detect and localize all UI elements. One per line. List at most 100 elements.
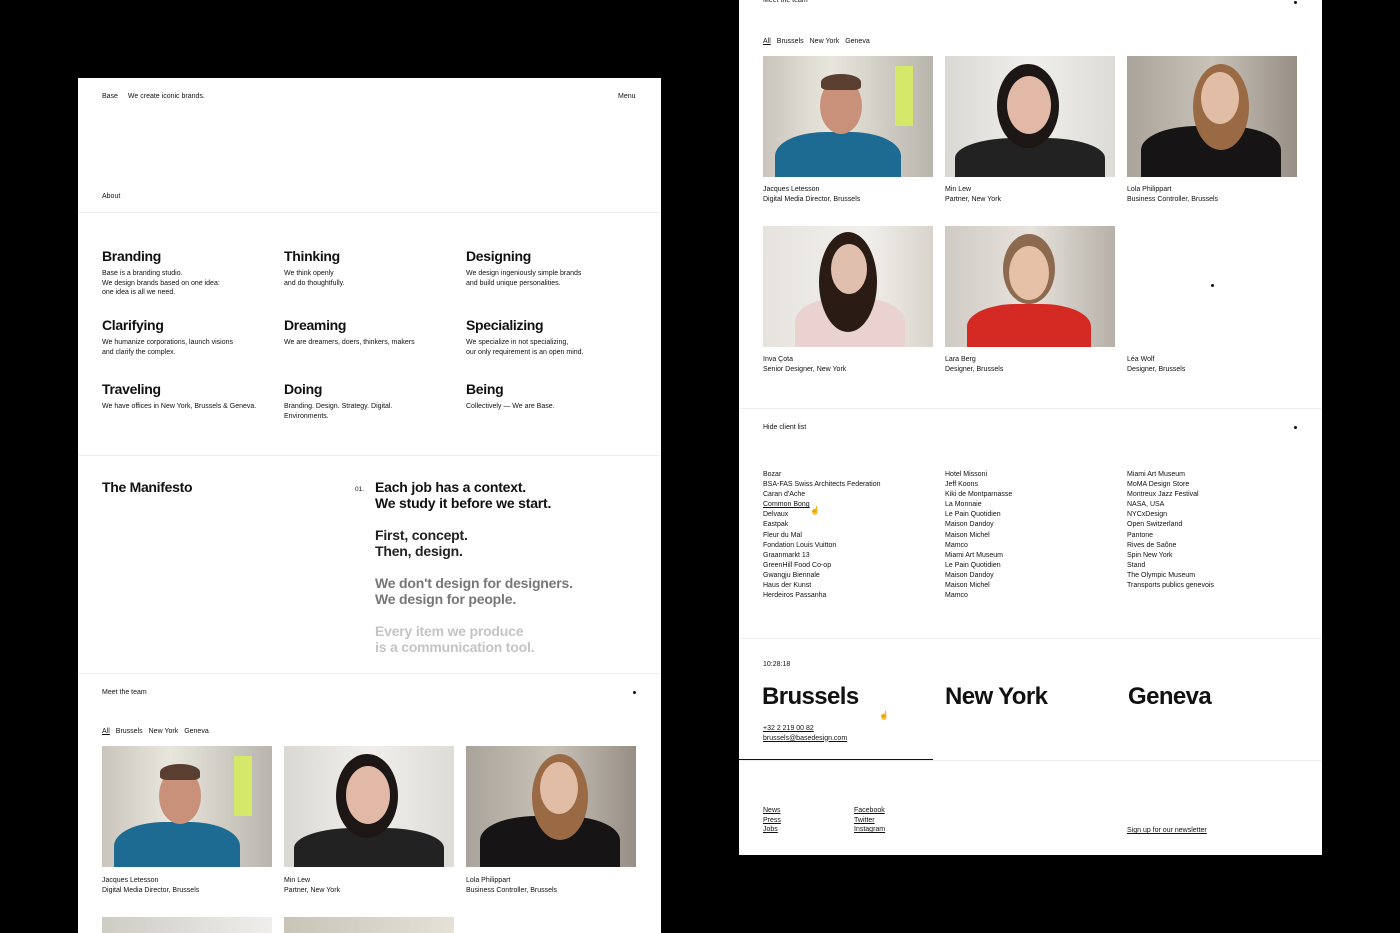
footer-links-social: Facebook Twitter Instagram <box>854 806 885 835</box>
client-item[interactable]: Miami Art Museum <box>1127 470 1214 480</box>
client-item[interactable]: Eastpak <box>763 520 881 530</box>
client-item[interactable]: BSA-FAS Swiss Architects Federation <box>763 480 881 490</box>
filter-all[interactable]: All <box>763 38 771 45</box>
team-caption: Lola Philippart Business Controller, Bru… <box>466 876 557 895</box>
client-item[interactable]: Le Pain Quotidien <box>945 510 1012 520</box>
cursor-hand-icon: ☝ <box>810 506 820 515</box>
member-role: Digital Media Director, Brussels <box>763 195 861 203</box>
manifesto-statements: Each job has a context. We study it befo… <box>375 479 635 655</box>
filter-all[interactable]: All <box>102 728 110 735</box>
client-item[interactable]: Le Pain Quotidien <box>945 561 1012 571</box>
member-name: Lola Philippart <box>1127 186 1172 193</box>
footer-twitter-link[interactable]: Twitter <box>854 817 875 824</box>
client-item[interactable]: Open Switzerland <box>1127 520 1214 530</box>
team-caption: Inva Çota Senior Designer, New York <box>763 355 846 374</box>
client-item[interactable]: The Olympic Museum <box>1127 571 1214 581</box>
client-item[interactable]: Montreux Jazz Festival <box>1127 490 1214 500</box>
filter-new-york[interactable]: New York <box>149 728 179 735</box>
client-item[interactable]: Bozar <box>763 470 881 480</box>
manifesto-statement: First, concept. Then, design. <box>375 527 635 559</box>
client-item[interactable]: Common Bong <box>763 500 881 510</box>
filter-new-york[interactable]: New York <box>810 38 840 45</box>
client-item[interactable]: Pantone <box>1127 531 1214 541</box>
client-item[interactable]: Delvaux <box>763 510 881 520</box>
about-text: We are dreamers, doers, thinkers, makers <box>284 339 415 346</box>
divider <box>739 760 1322 761</box>
team-filter: All Brussels New York Geneva <box>763 37 876 47</box>
menu-button[interactable]: Menu <box>618 92 636 102</box>
client-item[interactable]: Caran d'Ache <box>763 490 881 500</box>
member-role: Partner, New York <box>284 886 341 894</box>
city-geneva[interactable]: Geneva <box>1128 683 1212 711</box>
team-photo[interactable] <box>466 746 636 867</box>
team-photo[interactable] <box>102 746 272 867</box>
client-item[interactable]: Maison Michel <box>945 581 1012 591</box>
client-item[interactable]: La Monnaie <box>945 500 1012 510</box>
client-item[interactable]: Graanmarkt 13 <box>763 551 881 561</box>
client-item[interactable]: Maison Michel <box>945 531 1012 541</box>
team-photo[interactable] <box>763 56 933 177</box>
team-photo[interactable] <box>1127 56 1297 177</box>
team-caption: Jacques Letesson Digital Media Director,… <box>102 876 199 895</box>
manifesto-statement: Each job has a context. We study it befo… <box>375 479 635 511</box>
client-item[interactable]: Jeff Koons <box>945 480 1012 490</box>
team-caption: Léa Wolf Designer, Brussels <box>1127 355 1185 374</box>
client-item[interactable]: Maison Dandoy <box>945 520 1012 530</box>
hide-client-list-button[interactable]: Hide client list <box>763 423 806 433</box>
client-item[interactable]: Spin New York <box>1127 551 1214 561</box>
phone-link[interactable]: +32 2 219 00 82 <box>763 725 814 732</box>
client-item[interactable]: Stand <box>1127 561 1214 571</box>
client-item[interactable]: Fleur du Mal <box>763 531 881 541</box>
team-photo[interactable] <box>945 56 1115 177</box>
client-item[interactable]: NYCxDesign <box>1127 510 1214 520</box>
about-title: Branding <box>102 248 162 264</box>
client-item[interactable]: Miami Art Museum <box>945 551 1012 561</box>
footer-instagram-link[interactable]: Instagram <box>854 826 885 833</box>
team-photo[interactable] <box>945 226 1115 347</box>
client-item[interactable]: Kiki de Montparnasse <box>945 490 1012 500</box>
page-left: Base We create iconic brands. Menu About… <box>78 78 661 933</box>
member-role: Designer, Brussels <box>1127 365 1186 373</box>
client-item[interactable]: Rives de Saône <box>1127 541 1214 551</box>
client-item[interactable]: Maison Dandoy <box>945 571 1012 581</box>
client-item[interactable]: NASA, USA <box>1127 500 1214 510</box>
client-item[interactable]: Transports publics genevois <box>1127 581 1214 591</box>
brand-logo[interactable]: Base <box>102 93 118 100</box>
client-item[interactable]: Fondation Louis Vuitton <box>763 541 881 551</box>
statement-line: First, concept. <box>375 527 468 543</box>
city-new-york[interactable]: New York <box>945 683 1048 711</box>
team-photo[interactable] <box>763 226 933 347</box>
team-label: Meet the team <box>763 0 808 4</box>
team-photo[interactable] <box>284 746 454 867</box>
toggle-dot-icon[interactable] <box>633 691 636 694</box>
newsletter-link[interactable]: Sign up for our newsletter <box>1127 827 1207 834</box>
client-item[interactable]: Hotel Missoni <box>945 470 1012 480</box>
footer-press-link[interactable]: Press <box>763 817 781 824</box>
email-link[interactable]: brussels@basedesign.com <box>763 735 847 742</box>
footer-facebook-link[interactable]: Facebook <box>854 807 885 814</box>
toggle-dot-icon[interactable] <box>1294 426 1297 429</box>
about-title: Specializing <box>466 317 544 333</box>
toggle-dot-icon[interactable] <box>1294 1 1297 4</box>
team-photo[interactable] <box>284 917 454 933</box>
team-caption: Lola Philippart Business Controller, Bru… <box>1127 185 1218 204</box>
client-item[interactable]: Mamco <box>945 541 1012 551</box>
member-name: Léa Wolf <box>1127 356 1155 363</box>
member-name: Min Lew <box>284 877 311 884</box>
client-item[interactable]: GreenHill Food Co-op <box>763 561 881 571</box>
filter-brussels[interactable]: Brussels <box>777 38 804 45</box>
footer-news-link[interactable]: News <box>763 807 781 814</box>
footer-jobs-link[interactable]: Jobs <box>763 826 778 833</box>
client-item[interactable]: Haus der Kunst <box>763 581 881 591</box>
client-item[interactable]: Gwangju Biennale <box>763 571 881 581</box>
client-item[interactable]: Mamco <box>945 591 1012 601</box>
client-item[interactable]: MoMA Design Store <box>1127 480 1214 490</box>
manifesto-number: 01. <box>355 486 365 493</box>
filter-brussels[interactable]: Brussels <box>116 728 143 735</box>
client-item[interactable]: Herdeiros Passanha <box>763 591 881 601</box>
filter-geneva[interactable]: Geneva <box>184 728 209 735</box>
about-title: Traveling <box>102 381 161 397</box>
filter-geneva[interactable]: Geneva <box>845 38 870 45</box>
team-photo[interactable] <box>102 917 272 933</box>
city-brussels[interactable]: Brussels <box>762 683 859 711</box>
